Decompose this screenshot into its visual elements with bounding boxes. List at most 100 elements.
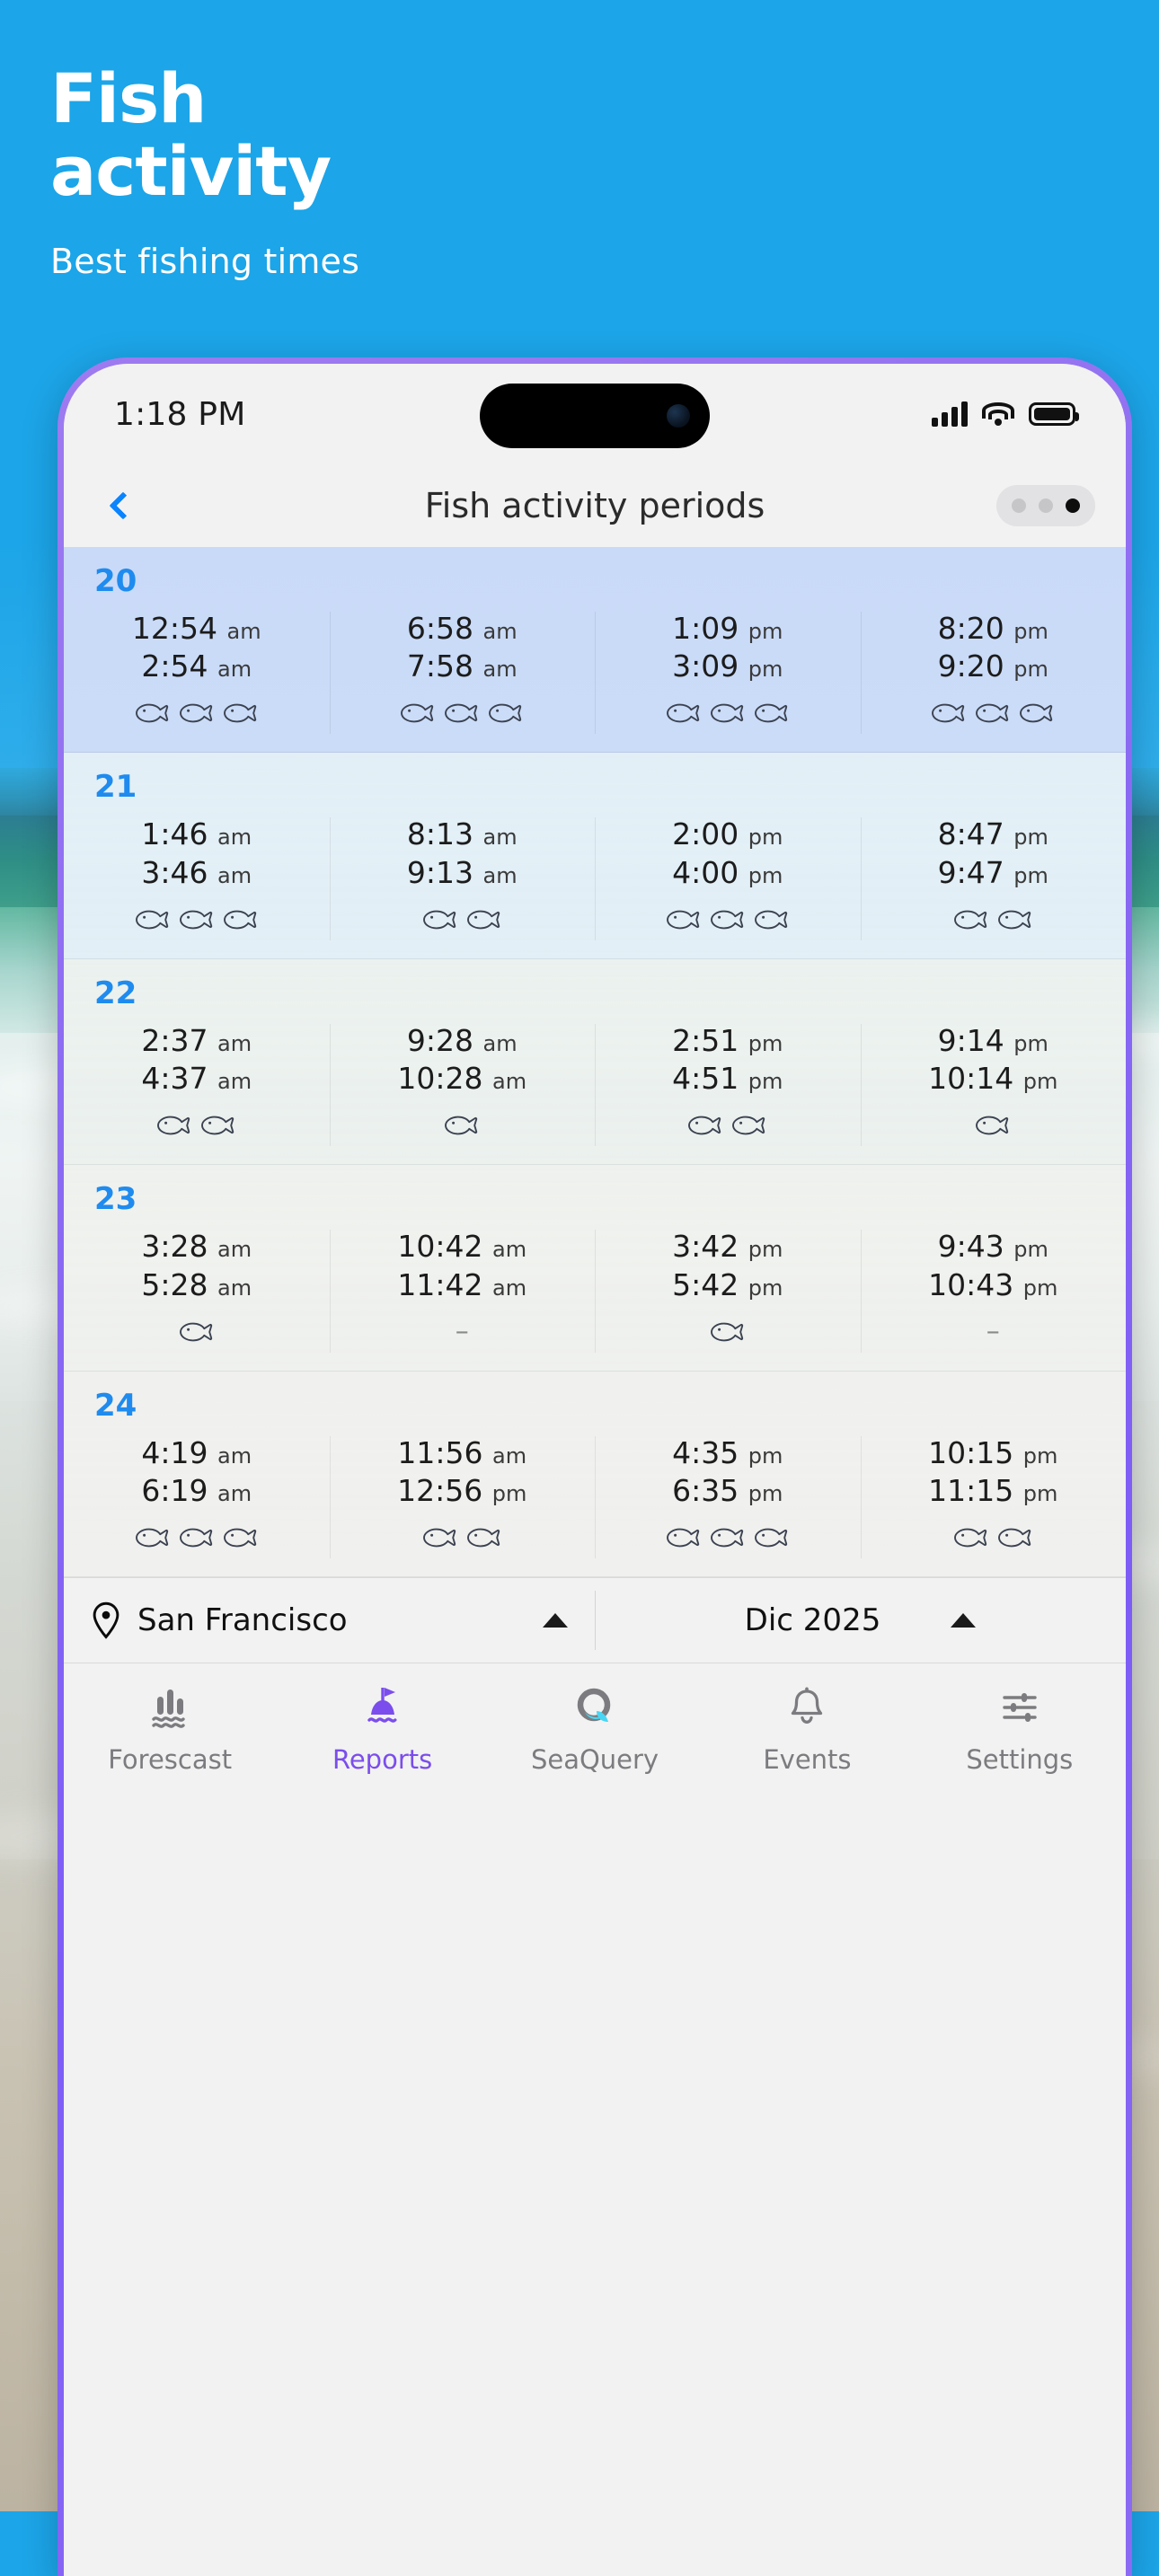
alarm-bell-icon — [782, 1681, 832, 1734]
activity-period[interactable]: 1:46 am 3:46 am — [64, 812, 330, 945]
fish-rating-icon — [997, 1528, 1031, 1548]
period-start-time: 6:58 am — [406, 611, 518, 646]
fish-rating-icon — [179, 910, 212, 930]
fish-rating-icon — [466, 910, 500, 930]
period-start-time: 3:42 pm — [672, 1229, 783, 1265]
day-row[interactable]: 20 12:54 am 2:54 am 6:58 am 7:58 am 1:09 pm 3:… — [64, 547, 1127, 754]
activity-period[interactable]: 11:56 am 12:56 pm — [329, 1431, 596, 1564]
nav-title: Fish activity periods — [424, 486, 765, 525]
tab-settings[interactable]: Settings — [914, 1681, 1126, 1775]
tab-label: Events — [763, 1744, 852, 1776]
tab-label: Settings — [966, 1744, 1074, 1776]
activity-period[interactable]: 2:37 am 4:37 am — [64, 1019, 330, 1151]
phone-mockup-frame: 1:18 PM Fish activity periods 20 12:54 a… — [58, 357, 1132, 2576]
period-end-meridiem: am — [217, 657, 252, 683]
dynamic-island — [480, 384, 710, 448]
fish-rating — [64, 693, 330, 734]
period-start-time: 9:14 pm — [937, 1022, 1048, 1058]
cellular-signal-icon — [932, 401, 968, 427]
activity-period[interactable]: 3:42 pm 5:42 pm — [595, 1224, 861, 1357]
period-start-meridiem: pm — [748, 619, 783, 644]
activity-period[interactable]: 1:09 pm 3:09 pm — [595, 606, 861, 739]
fish-rating-icon — [201, 1116, 234, 1135]
period-start-meridiem: am — [217, 1237, 252, 1263]
fish-rating — [330, 899, 596, 940]
page-dot-active[interactable] — [1066, 498, 1080, 513]
month-selector[interactable]: Dic 2025 — [595, 1578, 1126, 1663]
tab-events[interactable]: Events — [701, 1681, 913, 1775]
period-end-time: 11:42 am — [397, 1266, 527, 1302]
fish-rating-icon — [422, 910, 456, 930]
location-pin-icon — [93, 1602, 119, 1640]
back-button[interactable] — [94, 477, 152, 534]
activity-period[interactable]: 9:43 pm 10:43 pm – — [860, 1224, 1127, 1357]
tab-seaquery[interactable]: SeaQuery — [489, 1681, 701, 1775]
location-selector[interactable]: San Francisco — [64, 1578, 595, 1663]
fish-rating — [861, 693, 1127, 734]
activity-period[interactable]: 8:13 am 9:13 am — [329, 812, 596, 945]
period-start-meridiem: am — [217, 1442, 252, 1469]
activity-period[interactable]: 8:47 pm 9:47 pm — [860, 812, 1127, 945]
period-end-time: 5:42 pm — [672, 1266, 783, 1302]
sliders-icon — [995, 1681, 1045, 1734]
tab-reports[interactable]: Reports — [276, 1681, 488, 1775]
day-row[interactable]: 24 4:19 am 6:19 am 11:56 am 12:56 pm 4:35 pm 6… — [64, 1371, 1127, 1578]
period-start-meridiem: am — [492, 1237, 527, 1263]
day-row[interactable]: 23 3:28 am 5:28 am 10:42 am 11:42 am –3:42 pm… — [64, 1165, 1127, 1372]
day-row[interactable]: 22 2:37 am 4:37 am 9:28 am 10:28 am 2:51 pm 4:… — [64, 958, 1127, 1166]
tab-forescast[interactable]: Forescast — [64, 1681, 276, 1775]
period-end-meridiem: am — [217, 1069, 252, 1095]
fish-rating-icon — [710, 1322, 743, 1342]
period-end-time: 2:54 am — [141, 648, 252, 684]
period-start-time: 2:00 pm — [672, 816, 783, 852]
tab-label: SeaQuery — [530, 1744, 659, 1776]
activity-period[interactable]: 4:35 pm 6:35 pm — [595, 1431, 861, 1564]
period-start-meridiem: pm — [1022, 1442, 1058, 1469]
activity-period[interactable]: 12:54 am 2:54 am — [64, 606, 330, 739]
activity-period[interactable]: 9:28 am 10:28 am — [329, 1019, 596, 1151]
fish-rating-icon — [179, 1322, 212, 1342]
period-start-meridiem: am — [217, 1030, 252, 1056]
period-end-meridiem: pm — [491, 1481, 527, 1507]
period-start-time: 4:35 pm — [672, 1434, 783, 1470]
fish-rating: – — [861, 1311, 1127, 1353]
fish-rating — [64, 899, 330, 940]
fish-rating-icon — [953, 1528, 986, 1548]
page-dot[interactable] — [1012, 498, 1026, 513]
activity-period[interactable]: 9:14 pm 10:14 pm — [860, 1019, 1127, 1151]
page-indicator[interactable] — [996, 485, 1095, 526]
period-end-time: 6:35 pm — [672, 1473, 783, 1509]
location-value: San Francisco — [137, 1602, 348, 1639]
fish-rating — [330, 1517, 596, 1558]
fish-rating-icon — [688, 1116, 721, 1135]
period-start-time: 1:09 pm — [672, 611, 783, 646]
day-row[interactable]: 21 1:46 am 3:46 am 8:13 am 9:13 am 2:00 pm 4:0… — [64, 753, 1127, 959]
fish-rating — [861, 1105, 1127, 1146]
day-number: 20 — [94, 563, 137, 599]
activity-period[interactable]: 6:58 am 7:58 am — [329, 606, 596, 739]
activity-period[interactable]: 3:28 am 5:28 am — [64, 1224, 330, 1357]
period-end-time: 3:09 pm — [672, 648, 783, 684]
day-number: 23 — [94, 1181, 137, 1218]
activity-period[interactable]: 2:51 pm 4:51 pm — [595, 1019, 861, 1151]
period-start-time: 10:42 am — [397, 1229, 527, 1265]
fish-rating-icon — [754, 910, 787, 930]
buoy-flag-icon — [358, 1681, 408, 1734]
period-start-meridiem: pm — [748, 825, 783, 851]
fish-rating-icon — [466, 1528, 500, 1548]
period-end-meridiem: am — [482, 862, 518, 888]
activity-period[interactable]: 2:00 pm 4:00 pm — [595, 812, 861, 945]
period-end-time: 7:58 am — [406, 648, 518, 684]
activity-period[interactable]: 10:42 am 11:42 am – — [329, 1224, 596, 1357]
activity-period[interactable]: 8:20 pm 9:20 pm — [860, 606, 1127, 739]
activity-period[interactable]: 10:15 pm 11:15 pm — [860, 1431, 1127, 1564]
activity-period[interactable]: 4:19 am 6:19 am — [64, 1431, 330, 1564]
fish-rating — [64, 1517, 330, 1558]
page-dot[interactable] — [1039, 498, 1053, 513]
period-end-meridiem: pm — [748, 1069, 783, 1095]
period-start-meridiem: pm — [748, 1237, 783, 1263]
fish-rating-icon — [710, 704, 743, 723]
fish-rating-icon — [710, 910, 743, 930]
fish-rating — [595, 1517, 861, 1558]
app-nav-bar: Fish activity periods — [64, 464, 1126, 547]
